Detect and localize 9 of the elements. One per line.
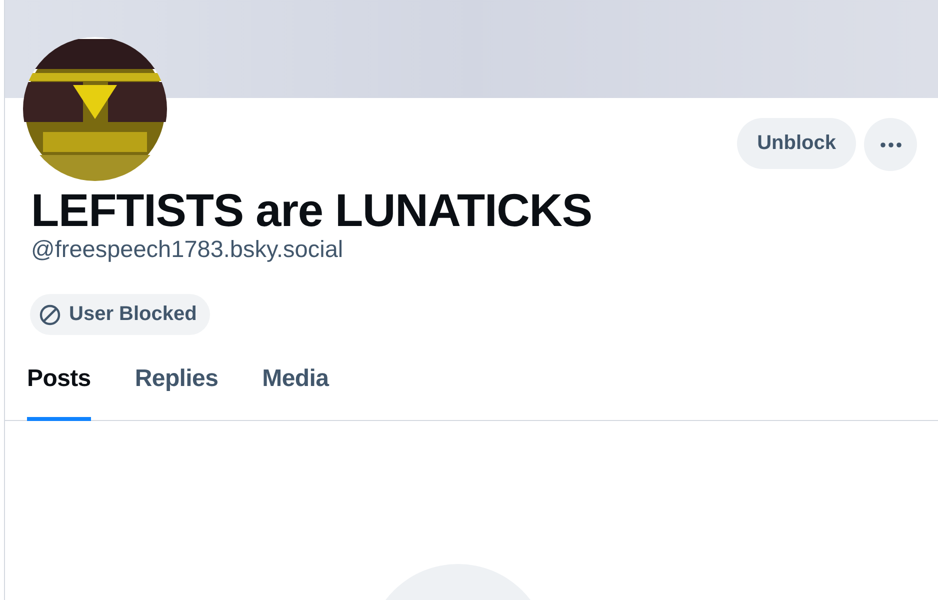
unblock-button[interactable]: Unblock	[737, 118, 856, 169]
more-icon	[880, 142, 902, 148]
profile-tab[interactable]: Posts	[27, 351, 91, 421]
user-handle: @freespeech1783.bsky.social	[31, 236, 344, 262]
blocked-icon	[39, 304, 61, 326]
display-name: LEFTISTS are LUNATICKS	[31, 184, 593, 236]
profile-tab[interactable]: Replies	[134, 351, 218, 421]
profile-tab[interactable]: Media	[262, 351, 329, 421]
badge-label: User Blocked	[69, 303, 197, 326]
